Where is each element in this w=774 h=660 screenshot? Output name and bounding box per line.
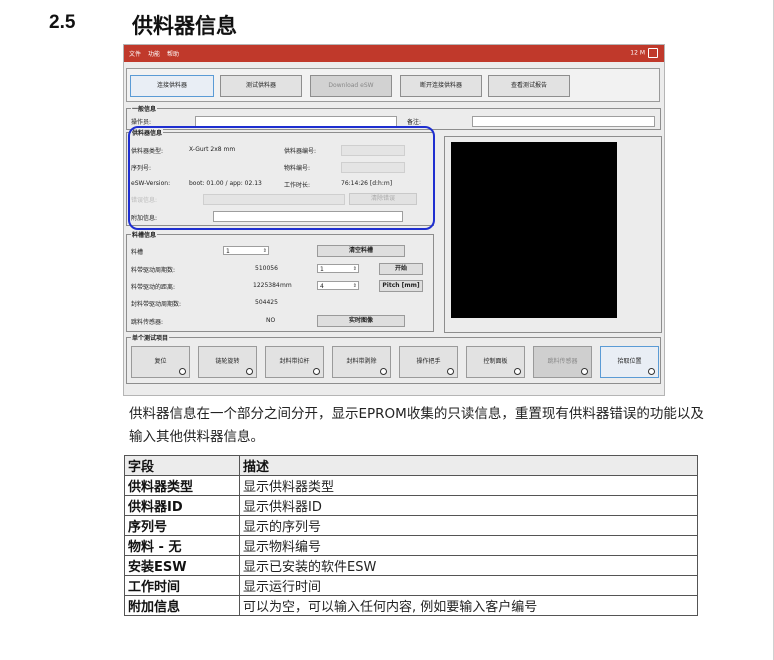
status-led-icon <box>514 368 521 375</box>
table-row: 工作时间 显示运行时间 <box>124 575 698 596</box>
table-header-row: 字段 描述 <box>124 455 698 476</box>
table-row: 安装ESW 显示已安装的软件ESW <box>124 555 698 576</box>
spin-arrows-icon[interactable]: ⇕ <box>353 265 357 274</box>
table-cell-field: 附加信息 <box>124 595 240 616</box>
status-led-icon <box>380 368 387 375</box>
test-sprocket-button[interactable]: 链轮旋转 <box>198 346 257 378</box>
note-input[interactable] <box>472 116 655 127</box>
operator-label: 操作员: <box>131 119 152 126</box>
live-image-button[interactable]: 实时图像 <box>317 315 405 327</box>
app-screenshot: 文件 功能 帮助 12 M 连接供料器 测试供料器 Download eSW 断… <box>123 44 665 396</box>
table-cell-field: 供料器ID <box>124 495 240 516</box>
table-row: 物料 - 无显示物料编号 <box>124 535 698 556</box>
slot-info-title: 料槽信息 <box>131 230 158 239</box>
menu-help[interactable]: 帮助 <box>167 49 179 58</box>
test-skip-sensor-label: 跳料传感器 <box>547 358 578 365</box>
cycles-spinner[interactable]: 1 ⇕ <box>317 264 359 273</box>
table-cell-description: 显示供料器类型 <box>239 475 698 496</box>
test-handle-label: 操作把手 <box>416 358 441 365</box>
test-feeder-button[interactable]: 测试供料器 <box>220 75 302 97</box>
clear-slot-button[interactable]: 清空料槽 <box>317 245 405 257</box>
titlebar-status: 12 M <box>630 49 645 57</box>
menu-file[interactable]: 文件 <box>129 49 141 58</box>
test-control-panel-label: 控制面板 <box>483 358 508 365</box>
test-cover-peel-label: 封料带剥除 <box>346 358 377 365</box>
test-handle-button[interactable]: 操作把手 <box>399 346 458 378</box>
slot-label: 料槽 <box>131 249 144 256</box>
cycles-label: 料带驱动周期数: <box>131 267 176 274</box>
test-cover-lever-label: 封料带拉杆 <box>279 358 310 365</box>
main-toolbar: 连接供料器 测试供料器 Download eSW 断开连接供料器 查看测试报告 <box>126 68 660 102</box>
table-cell-description: 显示物料编号 <box>239 535 698 556</box>
table-row: 供料器ID 显示供料器ID <box>124 495 698 516</box>
distance-unit: mm <box>280 282 292 289</box>
cover-cycles-value: 504425 <box>255 299 278 306</box>
test-control-panel-button[interactable]: 控制面板 <box>466 346 525 378</box>
test-sprocket-label: 链轮旋转 <box>215 358 240 365</box>
description-text: 供料器信息在一个部分之间分开，显示EPROM收集的只读信息，重置现有供料器错误的… <box>129 406 704 445</box>
single-test-title: 单个测试项目 <box>131 333 170 342</box>
table-header-description: 描述 <box>239 455 698 476</box>
table-cell-field: 供料器类型 <box>124 475 240 496</box>
pitch-spinner-value: 4 <box>320 283 324 290</box>
disconnect-feeder-button[interactable]: 断开连接供料器 <box>400 75 482 97</box>
camera-frame <box>444 136 662 333</box>
test-reset-button[interactable]: 复位 <box>131 346 190 378</box>
cycles-spinner-value: 1 <box>320 266 324 273</box>
distance-value: 1225384 <box>253 282 280 289</box>
status-led-icon <box>246 368 253 375</box>
table-header-field: 字段 <box>124 455 240 476</box>
slot-spinner-value: 1 <box>226 248 230 255</box>
description-paragraph: 供料器信息在一个部分之间分开，显示EPROM收集的只读信息，重置现有供料器错误的… <box>129 403 709 449</box>
distance-label: 料带驱动的距离: <box>131 284 176 291</box>
window-titlebar: 文件 功能 帮助 12 M <box>124 45 664 62</box>
status-led-icon <box>179 368 186 375</box>
status-led-icon <box>447 368 454 375</box>
table-row: 附加信息 可以为空，可以输入任何内容, 例如要输入客户编号 <box>124 595 698 616</box>
section-title: 供料器信息 <box>132 14 237 38</box>
spin-arrows-icon[interactable]: ⇕ <box>353 282 357 291</box>
test-pick-position-button[interactable]: 拾取位置 <box>600 346 659 378</box>
table-row: 供料器类型 显示供料器类型 <box>124 475 698 496</box>
status-led-icon <box>313 368 320 375</box>
connect-feeder-button[interactable]: 连接供料器 <box>130 75 214 97</box>
cover-cycles-label: 封料带驱动周期数: <box>131 301 182 308</box>
sensor-label: 跳料传感器: <box>131 319 164 326</box>
spin-arrows-icon[interactable]: ⇕ <box>263 247 267 256</box>
pitch-spinner[interactable]: 4 ⇕ <box>317 281 359 290</box>
table-cell-field: 物料 - 无 <box>124 535 240 556</box>
test-skip-sensor-button[interactable]: 跳料传感器 <box>533 346 592 378</box>
test-pick-position-label: 拾取位置 <box>617 358 642 365</box>
cycles-value: 510056 <box>255 265 278 272</box>
note-label: 备注: <box>407 119 422 126</box>
section-number: 2.5 <box>49 12 76 33</box>
field-table: 字段 描述 供料器类型 显示供料器类型 供料器ID 显示供料器ID 序列号 显示的序列… <box>124 455 698 616</box>
slot-spinner[interactable]: 1 ⇕ <box>223 246 269 255</box>
table-cell-field: 工作时间 <box>124 575 240 596</box>
test-reset-label: 复位 <box>154 358 167 365</box>
pitch-button[interactable]: Pitch [mm] <box>379 280 423 292</box>
menu-function[interactable]: 功能 <box>148 49 160 58</box>
test-cover-lever-button[interactable]: 封料带拉杆 <box>265 346 324 378</box>
general-info-title: 一般信息 <box>131 104 158 113</box>
table-cell-description: 显示的序列号 <box>239 515 698 536</box>
sensor-value: NO <box>266 317 276 324</box>
start-button[interactable]: 开始 <box>379 263 423 275</box>
table-cell-field: 序列号 <box>124 515 240 536</box>
table-row: 序列号 显示的序列号 <box>124 515 698 536</box>
view-test-report-button[interactable]: 查看测试报告 <box>488 75 570 97</box>
table-cell-description: 显示已安装的软件ESW <box>239 555 698 576</box>
test-cover-peel-button[interactable]: 封料带剥除 <box>332 346 391 378</box>
slot-info-group: 料槽信息 料槽 1 ⇕ 清空料槽 料带驱动周期数: 510056 1 ⇕ 开始 料带… <box>126 230 434 332</box>
status-led-icon <box>648 368 655 375</box>
highlight-callout <box>128 126 435 230</box>
window-control-icon[interactable] <box>648 48 658 58</box>
table-cell-description: 可以为空，可以输入任何内容, 例如要输入客户编号 <box>239 595 698 616</box>
table-cell-description: 显示运行时间 <box>239 575 698 596</box>
table-cell-field: 安装ESW <box>124 555 240 576</box>
table-cell-description: 显示供料器ID <box>239 495 698 516</box>
download-esw-button[interactable]: Download eSW <box>310 75 392 97</box>
status-led-icon <box>581 368 588 375</box>
titlebar-right: 12 M <box>630 48 658 58</box>
